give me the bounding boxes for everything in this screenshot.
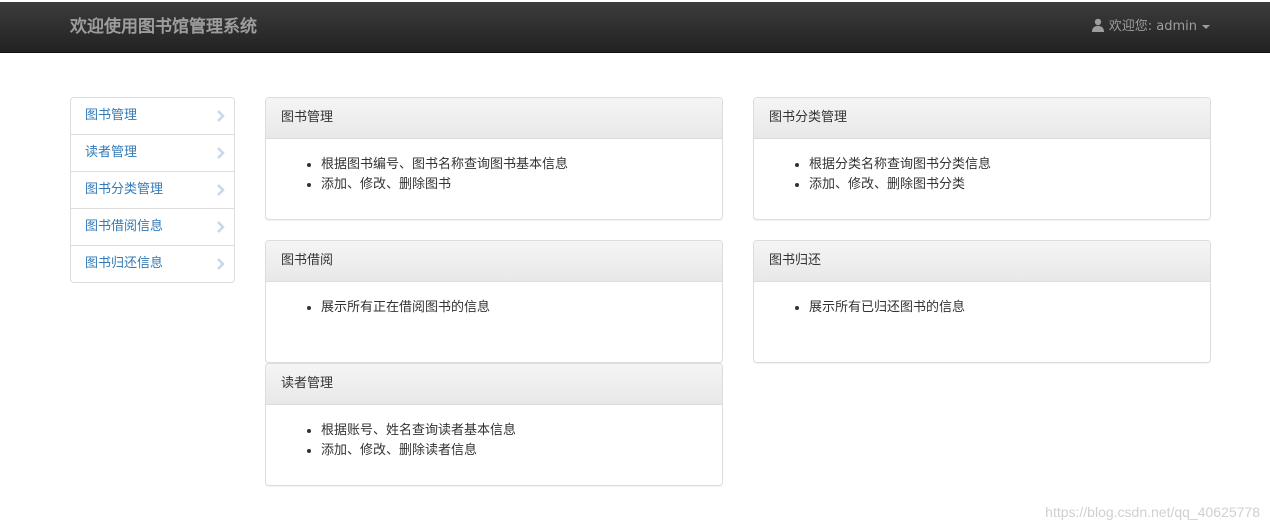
list-item: 根据分类名称查询图书分类信息 <box>809 155 1210 175</box>
list-item: 展示所有正在借阅图书的信息 <box>321 298 722 318</box>
sidebar-item-reader-management[interactable]: 读者管理 <box>71 134 234 171</box>
sidebar-item-label: 图书管理 <box>85 108 138 123</box>
sidebar-item-category-management[interactable]: 图书分类管理 <box>71 171 234 208</box>
panel-reader-management: 读者管理 根据账号、姓名查询读者基本信息 添加、修改、删除读者信息 <box>265 363 723 486</box>
panel-title: 图书归还 <box>754 241 1210 282</box>
caret-down-icon <box>1202 24 1210 29</box>
chevron-right-icon <box>217 184 225 196</box>
panel-title: 图书借阅 <box>266 241 722 282</box>
top-navbar: 欢迎使用图书馆管理系统 欢迎您: admin <box>0 2 1270 53</box>
sidebar-nav: 图书管理 读者管理 图书分类管理 图书借阅信息 图书归还信息 <box>70 97 235 283</box>
sidebar-item-label: 图书归还信息 <box>85 256 164 271</box>
list-item: 添加、修改、删除图书分类 <box>809 175 1210 195</box>
panel-title: 读者管理 <box>266 364 722 405</box>
sidebar-item-return-info[interactable]: 图书归还信息 <box>71 245 234 282</box>
panel-book-borrow: 图书借阅 展示所有正在借阅图书的信息 <box>265 240 723 363</box>
chevron-right-icon <box>217 221 225 233</box>
chevron-right-icon <box>217 258 225 270</box>
panel-category-management: 图书分类管理 根据分类名称查询图书分类信息 添加、修改、删除图书分类 <box>753 97 1211 220</box>
panel-title: 图书分类管理 <box>754 98 1210 139</box>
chevron-right-icon <box>217 147 225 159</box>
sidebar-item-book-management[interactable]: 图书管理 <box>71 98 234 134</box>
list-item: 根据账号、姓名查询读者基本信息 <box>321 421 722 441</box>
app-title[interactable]: 欢迎使用图书馆管理系统 <box>70 2 257 52</box>
panel-book-return: 图书归还 展示所有已归还图书的信息 <box>753 240 1211 363</box>
list-item: 添加、修改、删除图书 <box>321 175 722 195</box>
user-icon <box>1091 4 1105 32</box>
list-item: 根据图书编号、图书名称查询图书基本信息 <box>321 155 722 175</box>
watermark: https://blog.csdn.net/qq_40625778 <box>1045 504 1260 520</box>
user-menu-label: 欢迎您: admin <box>1108 19 1197 34</box>
sidebar-item-borrow-info[interactable]: 图书借阅信息 <box>71 208 234 245</box>
list-item: 展示所有已归还图书的信息 <box>809 298 1210 318</box>
sidebar-item-label: 图书分类管理 <box>85 182 164 197</box>
sidebar-item-label: 读者管理 <box>85 145 138 160</box>
sidebar-item-label: 图书借阅信息 <box>85 219 164 234</box>
list-item: 添加、修改、删除读者信息 <box>321 441 722 461</box>
panel-title: 图书管理 <box>266 98 722 139</box>
chevron-right-icon <box>217 110 225 122</box>
panel-book-management: 图书管理 根据图书编号、图书名称查询图书基本信息 添加、修改、删除图书 <box>265 97 723 220</box>
user-menu-dropdown[interactable]: 欢迎您: admin <box>1091 2 1210 52</box>
